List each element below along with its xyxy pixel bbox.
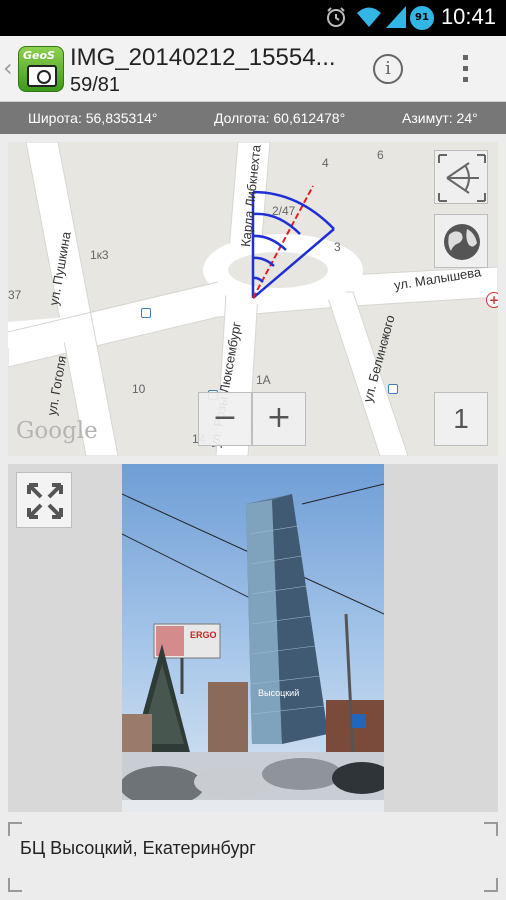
corner-bracket (484, 822, 498, 836)
billboard-sign: ERGO (190, 630, 217, 640)
direction-view-icon[interactable] (434, 150, 488, 204)
map-view[interactable]: ул. Пушкина ул. Гоголя Карла Либкнехта у… (8, 142, 498, 456)
bus-stop-icon[interactable] (141, 308, 151, 318)
photo-panel: Высоцкий ERGO (8, 464, 498, 812)
signal-icon (386, 6, 406, 28)
house-number: 37 (8, 288, 22, 302)
alarm-icon (327, 7, 345, 27)
latitude-label: Широта: 56,835314° (28, 110, 158, 126)
building-sign: Высоцкий (258, 688, 299, 698)
info-icon[interactable]: i (373, 54, 403, 84)
zoom-out-button[interactable]: − (198, 392, 252, 446)
corner-bracket (484, 878, 498, 892)
globe-icon[interactable] (434, 214, 488, 268)
azimuth-label: Азимут: 24° (402, 110, 478, 126)
house-number: 7 (382, 332, 389, 346)
house-number: 3 (334, 240, 341, 254)
photo-title: IMG_20140212_15554... (70, 44, 336, 71)
app-icon[interactable]: GeoS (18, 46, 64, 92)
app-icon-label: GeoS (23, 49, 55, 62)
wifi-icon (357, 7, 381, 27)
house-number: 2/47 (272, 204, 296, 218)
expand-icon[interactable] (16, 472, 72, 528)
caption-field[interactable]: БЦ Высоцкий, Екатеринбург (8, 822, 498, 892)
house-number: 1А (256, 373, 271, 387)
photo-count-badge[interactable]: 1 (434, 392, 488, 446)
corner-bracket (8, 878, 22, 892)
clock: 10:41 (440, 4, 496, 29)
camera-icon (27, 65, 57, 87)
overflow-menu-icon[interactable] (463, 55, 469, 85)
house-number: 4 (322, 156, 329, 170)
back-chevron-icon[interactable]: ‹ (3, 54, 13, 82)
battery-icon: 91 (410, 6, 434, 30)
house-number: 6 (377, 148, 384, 162)
status-bar: 91 10:41 (0, 0, 506, 36)
photo-counter: 59/81 (70, 74, 121, 96)
house-number: 10 (132, 382, 146, 396)
photo-image[interactable]: Высоцкий ERGO (122, 464, 384, 812)
bus-stop-icon[interactable] (388, 384, 398, 394)
caption-text: БЦ Высоцкий, Екатеринбург (20, 838, 256, 858)
longitude-label: Долгота: 60,612478° (214, 110, 346, 126)
corner-bracket (8, 822, 22, 836)
hospital-icon[interactable]: + (486, 292, 498, 308)
coordinates-bar: Широта: 56,835314° Долгота: 60,612478° А… (0, 102, 506, 134)
google-logo: Google (16, 418, 98, 444)
zoom-in-button[interactable]: + (252, 392, 306, 446)
house-number: 1к3 (90, 248, 109, 262)
action-bar: ‹ GeoS IMG_20140212_15554... 59/81 i (0, 36, 506, 102)
